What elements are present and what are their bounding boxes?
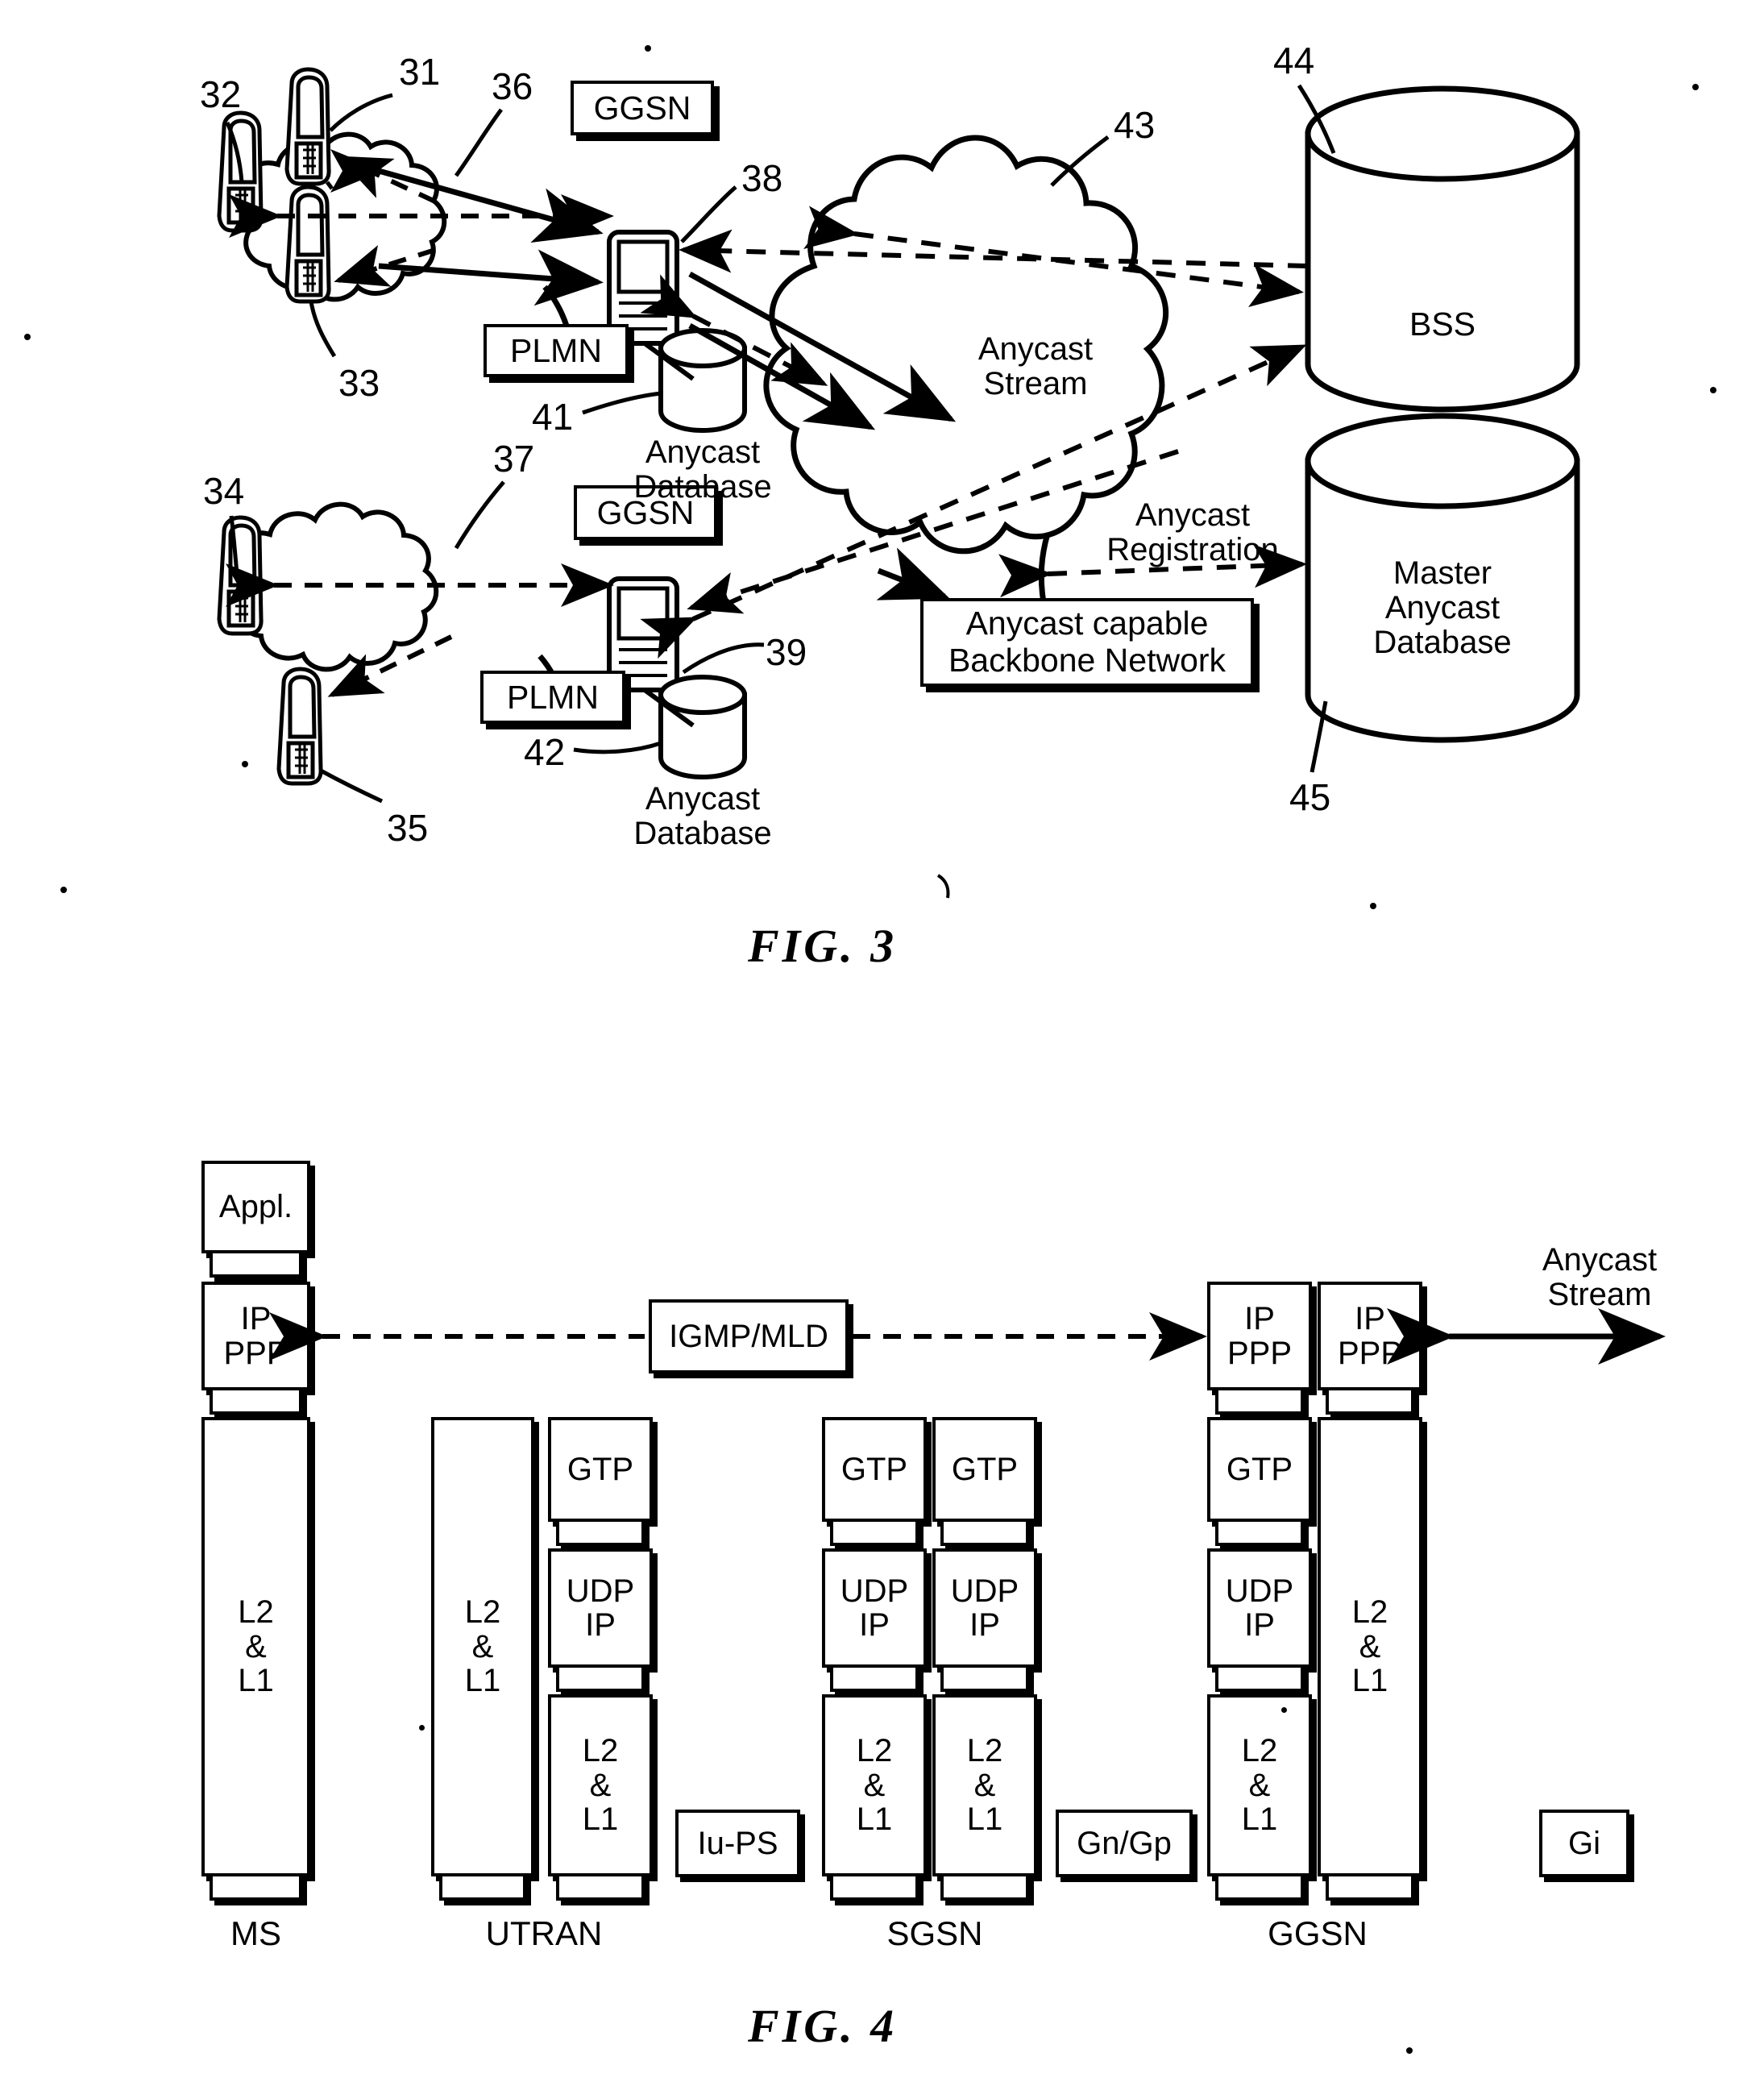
scan-speck (1710, 387, 1716, 393)
master-anycast-database-line1: Master (1393, 555, 1492, 591)
scan-speck (242, 761, 248, 767)
anycast-database-label-lower-line2: Database (633, 816, 772, 852)
scan-speck (645, 45, 651, 52)
ref-number-42: 42 (524, 731, 566, 773)
anycast-stream-label-line2: Stream (983, 366, 1088, 402)
ref-number-35: 35 (387, 807, 429, 849)
plmn-box-upper: PLMN (484, 324, 629, 377)
mobile-phone-34 (217, 515, 264, 636)
anycast-database-cylinder-42 (658, 675, 747, 780)
master-anycast-database-line3: Database (1373, 625, 1512, 661)
ggsn-box-upper: GGSN (571, 81, 714, 135)
anycast-database-cylinder-41 (658, 328, 747, 434)
mobile-phone-35 (276, 667, 323, 786)
anycast-database-label-upper-line2: Database (633, 469, 772, 505)
bss-label: BSS (1409, 305, 1476, 343)
anycast-database-label-upper-line1: Anycast (645, 434, 761, 470)
scan-speck (1281, 1707, 1287, 1713)
master-anycast-database-line2: Anycast (1384, 590, 1500, 626)
bss-cylinder (1305, 85, 1580, 413)
figure-3: 31 32 33 34 35 36 37 38 39 41 42 43 44 4… (0, 0, 1764, 972)
patent-drawing-sheet: 31 32 33 34 35 36 37 38 39 41 42 43 44 4… (0, 0, 1764, 2082)
ref-number-32: 32 (200, 73, 242, 115)
master-anycast-database-label: Master Anycast Database (1308, 555, 1577, 661)
scan-speck (1370, 903, 1376, 909)
ref-number-43: 43 (1114, 104, 1156, 146)
bss-label-wrap: BSS (1308, 305, 1577, 343)
plmn-box-lower: PLMN (480, 671, 625, 724)
scan-speck (1406, 2047, 1413, 2054)
ref-number-33: 33 (338, 362, 380, 404)
scan-speck (1692, 84, 1699, 90)
anycast-database-label-lower: Anycast Database (609, 781, 796, 852)
anycast-database-label-lower-line1: Anycast (645, 781, 761, 817)
figure-4-caption: FIG. 4 (748, 2000, 898, 2052)
scan-speck (24, 334, 31, 340)
anycast-registration-label-line2: Registration (1106, 532, 1279, 568)
ref-number-45: 45 (1289, 776, 1331, 818)
anycast-backbone-network-line2: Backbone Network (948, 642, 1226, 679)
ref-number-39: 39 (766, 631, 807, 673)
anycast-database-label-upper: Anycast Database (609, 434, 796, 505)
figure-4-signalling-paths (269, 1308, 1666, 1365)
anycast-stream-label: Anycast Stream (943, 331, 1128, 402)
scan-speck (60, 887, 67, 893)
anycast-backbone-network-line1: Anycast capable (965, 605, 1209, 642)
anycast-registration-label: Anycast Registration (1080, 497, 1305, 568)
anycast-backbone-network-box: Anycast capable Backbone Network (920, 598, 1254, 687)
ref-number-31: 31 (399, 51, 441, 93)
anycast-stream-label-line1: Anycast (977, 331, 1094, 367)
mobile-phone-31 (284, 67, 331, 186)
scan-speck (419, 1725, 425, 1731)
caption-tick-mark (936, 874, 950, 899)
ref-number-37: 37 (493, 438, 535, 480)
ref-number-36: 36 (492, 65, 533, 107)
anycast-registration-label-line1: Anycast (1135, 497, 1251, 533)
ref-number-44: 44 (1273, 39, 1315, 81)
figure-4: Appl. IP PPP L2 & L1 MS L2 & L1 GTP UDP … (0, 1128, 1764, 2082)
mobile-phone-33 (284, 185, 331, 304)
figure-3-caption: FIG. 3 (748, 920, 898, 972)
figure-3-linework (217, 67, 1580, 804)
backbone-box-connector (1038, 533, 1051, 604)
ref-number-38: 38 (741, 157, 783, 199)
ref-number-34: 34 (203, 470, 245, 512)
ref-number-41: 41 (532, 396, 574, 438)
